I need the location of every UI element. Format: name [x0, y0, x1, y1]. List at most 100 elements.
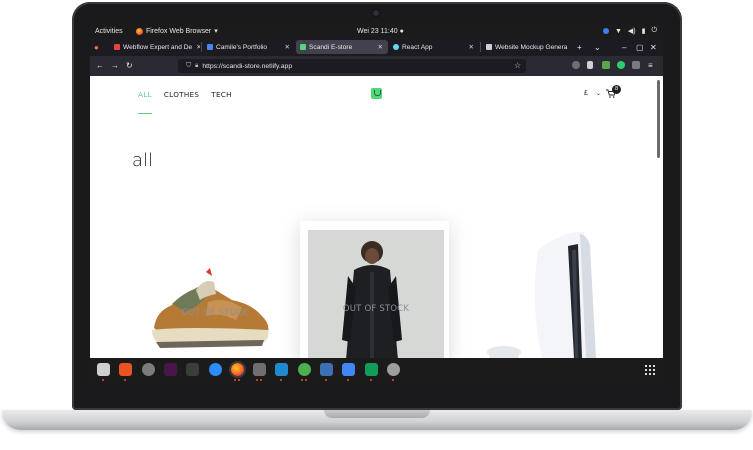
favicon-icon: [207, 44, 213, 50]
url-bar[interactable]: ⛉ 🔒︎ https://scandi-store.netlify.app: [178, 59, 526, 73]
list-tabs-button[interactable]: ⌄: [594, 40, 601, 54]
menu-button[interactable]: ≡: [648, 61, 653, 70]
running-indicator: [102, 379, 104, 381]
firefox-icon: [136, 27, 143, 35]
back-button[interactable]: ←: [96, 61, 104, 70]
tab-title: Camile's Portfolio: [216, 43, 268, 51]
chevron-down-icon[interactable]: ⌄: [596, 90, 601, 97]
tab-mockup-generator[interactable]: Website Mockup Genera ✕: [482, 40, 572, 54]
minimize-button[interactable]: –: [622, 40, 626, 54]
system-top-bar: Activities Firefox Web Browser ▾ Wei 23 …: [90, 24, 663, 38]
tab-scandi-store[interactable]: Scandi E-store ✕: [296, 40, 388, 54]
page-scrollbar[interactable]: [657, 80, 660, 158]
product-image-jacket[interactable]: [308, 230, 444, 358]
product-image-console[interactable]: [480, 226, 620, 358]
shield-icon: ⛉: [186, 62, 192, 69]
tab-webflow[interactable]: Webflow Expert and De ✕: [110, 40, 200, 54]
nav-link-tech[interactable]: TECH: [211, 90, 232, 99]
status-indicator-icon: [602, 28, 609, 34]
volume-icon: ◀): [627, 28, 636, 35]
dock-terminal-icon[interactable]: [186, 363, 200, 376]
close-icon[interactable]: ✕: [373, 43, 383, 51]
running-indicator: [369, 379, 372, 381]
out-of-stock-label: OUT OF STOCK: [342, 304, 410, 314]
dock: [90, 358, 663, 384]
dock-files-icon[interactable]: [97, 363, 110, 376]
tab-strip: ● Webflow Expert and De ✕ Camile's Portf…: [90, 38, 663, 56]
tab-title: Webflow Expert and De: [123, 43, 193, 51]
laptop-mockup: Activities Firefox Web Browser ▾ Wei 23 …: [0, 0, 753, 450]
currency-switcher[interactable]: £: [584, 90, 588, 97]
power-icon: ⏻: [651, 27, 657, 34]
laptop-notch: [324, 410, 430, 418]
running-indicator: [391, 379, 394, 381]
dock-settings-icon[interactable]: [141, 363, 155, 376]
product-image-sneaker[interactable]: [146, 260, 276, 350]
dock-image-viewer-icon[interactable]: [253, 363, 267, 376]
forward-button[interactable]: →: [111, 61, 119, 70]
pocket-icon[interactable]: [572, 61, 580, 69]
tab-portfolio[interactable]: Camile's Portfolio ✕: [203, 40, 295, 54]
dock-krita-icon[interactable]: [320, 363, 333, 376]
reload-button[interactable]: ↻: [126, 61, 133, 70]
lock-icon: 🔒︎: [195, 62, 199, 69]
close-icon[interactable]: ✕: [280, 43, 290, 51]
running-indicator: [280, 379, 283, 381]
dock-firefox-icon[interactable]: [228, 361, 246, 378]
dock-docs-icon[interactable]: [342, 363, 356, 376]
bookmark-star-icon[interactable]: ☆: [514, 61, 521, 70]
running-indicator: [233, 379, 236, 381]
clock[interactable]: Wei 23 11:40 ●: [357, 28, 404, 35]
new-tab-button[interactable]: +: [577, 40, 582, 54]
close-icon[interactable]: ✕: [567, 43, 572, 51]
running-indicator: [124, 379, 127, 381]
running-indicator: [325, 379, 327, 381]
download-icon[interactable]: [587, 61, 593, 69]
system-tray[interactable]: ▼ ◀) ▮ ⏻: [602, 27, 657, 35]
running-indicator: [304, 379, 307, 381]
running-indicator: [256, 379, 259, 381]
category-nav: ALL CLOTHES TECH: [138, 90, 232, 99]
network-icon: ▼: [614, 27, 622, 35]
maximize-button[interactable]: ▢: [636, 40, 644, 54]
favicon-icon: [486, 44, 492, 50]
store-logo-icon[interactable]: [371, 88, 382, 99]
tab-react-app[interactable]: React App ✕: [389, 40, 479, 54]
dock-chrome-icon[interactable]: [297, 363, 311, 376]
activities-button[interactable]: Activities: [95, 28, 123, 35]
web-page: ALL CLOTHES TECH £ ⌄ 8 all OUT OF STOCK …: [90, 76, 663, 358]
dock-sheets-icon[interactable]: [364, 363, 378, 376]
navigation-toolbar: ← → ↻ ⛉ 🔒︎ https://scandi-store.netlify.…: [90, 56, 663, 76]
dock-disk-icon[interactable]: [386, 363, 400, 376]
vpn-icon[interactable]: [617, 61, 625, 69]
extension-icon[interactable]: [602, 61, 610, 69]
battery-icon: ▮: [641, 28, 646, 35]
notification-dot-icon: ●: [399, 27, 404, 35]
dock-software-icon[interactable]: [119, 363, 133, 376]
clock-text: Wei 23 11:40: [357, 27, 398, 35]
favicon-icon: [114, 44, 120, 50]
show-apps-icon[interactable]: [645, 365, 655, 375]
favicon-icon: [393, 44, 399, 50]
running-indicator: [260, 379, 263, 381]
dock-vscode-icon[interactable]: [275, 363, 289, 376]
tab-title: Scandi E-store: [309, 43, 353, 51]
extensions-puzzle-icon[interactable]: [632, 61, 640, 69]
cart-count-badge: 8: [612, 85, 621, 94]
close-icon[interactable]: ✕: [464, 43, 474, 51]
nav-link-all[interactable]: ALL: [138, 90, 152, 99]
screen: Activities Firefox Web Browser ▾ Wei 23 …: [90, 24, 663, 384]
running-indicator: [347, 379, 350, 381]
category-title: all: [132, 150, 154, 171]
dock-slack-icon[interactable]: [163, 363, 177, 376]
close-window-button[interactable]: ✕: [650, 40, 657, 54]
running-indicator: [300, 379, 303, 381]
firefox-view-icon[interactable]: ●: [94, 40, 99, 54]
webcam: [373, 10, 379, 16]
close-icon[interactable]: ✕: [192, 43, 200, 51]
dock-zoom-icon[interactable]: [208, 363, 222, 376]
out-of-stock-label: OUT OF STOCK: [181, 308, 249, 318]
nav-link-clothes[interactable]: CLOTHES: [164, 90, 199, 99]
running-indicator: [237, 379, 240, 381]
app-menu[interactable]: Firefox Web Browser ▾: [136, 27, 218, 35]
